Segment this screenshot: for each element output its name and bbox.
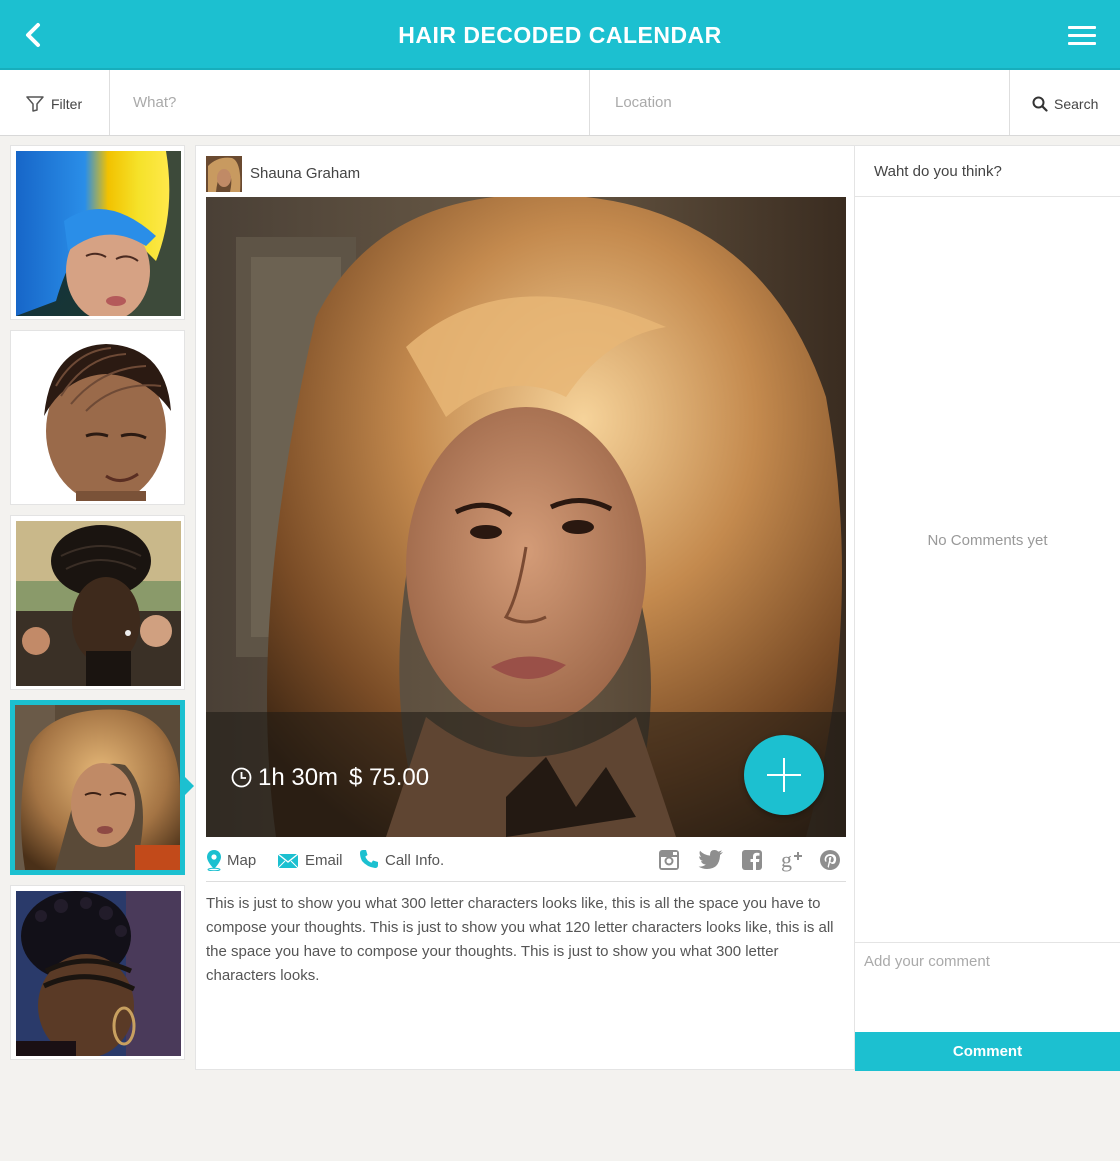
pinterest-button[interactable] xyxy=(819,849,843,873)
envelope-icon xyxy=(277,853,299,869)
thumbnail-image xyxy=(16,336,181,501)
thumbnail-item[interactable] xyxy=(10,145,185,320)
post-description: This is just to show you what 300 letter… xyxy=(206,895,834,984)
comments-panel: Waht do you think? No Comments yet Comme… xyxy=(855,145,1120,1071)
comment-button[interactable]: Comment xyxy=(855,1032,1120,1071)
app-header: HAIR DECODED CALENDAR xyxy=(0,0,1120,70)
phone-icon xyxy=(360,850,378,868)
google-plus-button[interactable]: g xyxy=(781,847,809,873)
thumbnail-image xyxy=(16,891,181,1056)
what-input[interactable] xyxy=(110,70,590,135)
search-icon xyxy=(1032,96,1048,112)
post-card: Shauna Graham 1h 30m $ 75.00 Map Email C… xyxy=(195,145,855,1070)
map-button[interactable]: Map xyxy=(206,849,261,873)
clock-icon xyxy=(231,767,252,788)
hamburger-icon-line xyxy=(1068,34,1096,37)
hamburger-icon xyxy=(1068,26,1096,29)
map-pin-icon xyxy=(207,850,221,871)
location-input[interactable] xyxy=(590,70,1010,135)
pinterest-icon xyxy=(820,850,840,870)
comments-heading: Waht do you think? xyxy=(874,163,1002,180)
call-info-button[interactable]: Call Info. xyxy=(359,849,449,873)
thumbnail-item-active[interactable] xyxy=(10,700,194,875)
twitter-icon xyxy=(698,850,723,869)
facebook-icon xyxy=(742,850,762,870)
duration-text: 1h 30m xyxy=(258,764,339,791)
map-label: Map xyxy=(227,852,257,869)
hamburger-icon-line xyxy=(1068,42,1096,45)
author-name: Shauna Graham xyxy=(250,165,361,182)
post-photo: 1h 30m $ 75.00 xyxy=(206,197,846,837)
no-comments-text: No Comments yet xyxy=(927,532,1048,549)
thumbnail-image xyxy=(15,705,180,870)
filter-button[interactable]: Filter xyxy=(0,70,110,135)
filter-label: Filter xyxy=(51,96,83,112)
filter-icon xyxy=(26,96,44,112)
instagram-button[interactable] xyxy=(658,849,682,873)
search-button[interactable]: Search xyxy=(1010,70,1120,135)
email-label: Email xyxy=(305,852,343,869)
thumbnail-item[interactable] xyxy=(10,515,185,690)
google-plus-icon: g xyxy=(781,847,802,872)
facebook-button[interactable] xyxy=(741,849,765,873)
search-bar: Filter Search xyxy=(0,70,1120,136)
price: $ 75.00 xyxy=(349,764,430,791)
search-label: Search xyxy=(1054,96,1099,112)
comment-input[interactable] xyxy=(855,942,1120,1032)
thumbnail-image xyxy=(16,521,181,686)
add-to-calendar-button[interactable] xyxy=(744,735,824,815)
call-info-label: Call Info. xyxy=(385,852,445,869)
thumbnail-image xyxy=(16,151,181,316)
thumbnail-item[interactable] xyxy=(10,885,185,1060)
email-button[interactable]: Email xyxy=(277,849,347,873)
post-actions: Map Email Call Info. g xyxy=(206,846,846,882)
instagram-icon xyxy=(659,850,679,870)
thumbnail-item[interactable] xyxy=(10,330,185,505)
svg-text:g: g xyxy=(781,849,792,872)
avatar xyxy=(206,156,242,192)
comments-header: Waht do you think? xyxy=(855,146,1120,197)
twitter-button[interactable] xyxy=(698,849,723,873)
page-title: HAIR DECODED CALENDAR xyxy=(398,22,722,48)
menu-button[interactable] xyxy=(1068,26,1096,48)
